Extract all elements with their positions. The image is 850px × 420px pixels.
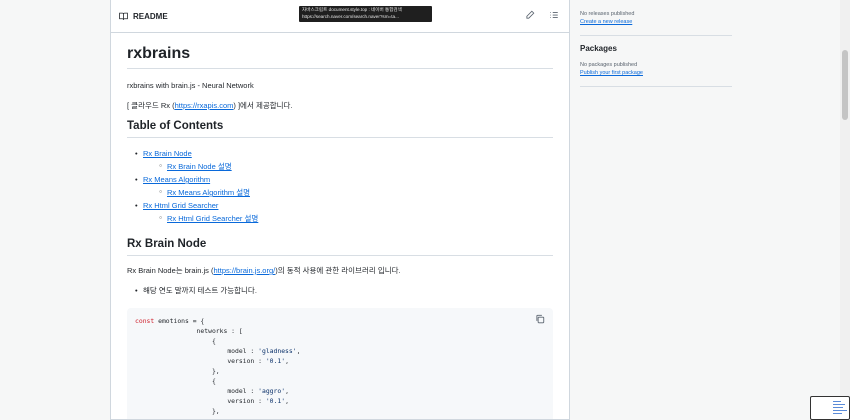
toc-subitem: Rx Html Grid Searcher 설명 [159, 212, 553, 225]
tooltip-url: https://search.naver.com/search.naver?sm… [302, 13, 399, 19]
thumbnail-line [833, 413, 842, 414]
code-text: version : [135, 397, 266, 405]
code-string: 'gladness' [258, 347, 297, 355]
section-prefix: Rx Brain Node는 brain.js ( [127, 266, 214, 275]
releases-status: No releases published [580, 11, 635, 17]
toc-link-rx-brain-node[interactable]: Rx Brain Node [143, 149, 192, 158]
toc-subitem: Rx Brain Node 설명 [159, 160, 553, 173]
scrollbar-thumb[interactable] [842, 50, 848, 120]
toc-item: Rx Means Algorithm Rx Means Algorithm 설명 [135, 173, 553, 199]
readme-content: rxbrains rxbrains with brain.js - Neural… [111, 33, 569, 419]
code-text: model : [135, 347, 259, 355]
readme-tab[interactable]: README [119, 12, 168, 21]
rxapis-link[interactable]: https://rxapis.com [175, 101, 234, 110]
toc-sublink-rx-html-grid-searcher[interactable]: Rx Html Grid Searcher 설명 [167, 214, 258, 223]
section-suffix: )의 동적 사용에 관한 라이브러리 입니다. [275, 266, 401, 275]
code-string: 'aggro' [258, 387, 286, 395]
brainjs-link[interactable]: https://brain.js.org/ [214, 266, 276, 275]
thumbnail-line [833, 410, 847, 411]
code-text: model : [135, 387, 259, 395]
repo-sidebar: No releases published Create a new relea… [580, 0, 732, 95]
publish-package-link[interactable]: Publish your first package [580, 69, 732, 77]
packages-heading: Packages [580, 44, 617, 53]
toc-item: Rx Html Grid Searcher Rx Html Grid Searc… [135, 199, 553, 225]
provided-prefix: [ 클라우드 Rx ( [127, 101, 175, 110]
provided-text: [ 클라우드 Rx (https://rxapis.com) ]에서 제공합니다… [127, 100, 553, 111]
create-release-link[interactable]: Create a new release [580, 18, 732, 26]
code-text: version : [135, 357, 266, 365]
code-line: version : '0.1', [135, 397, 289, 405]
bullet-item: 해당 연도 말까지 테스트 가능합니다. [127, 285, 553, 296]
code-line: model : 'aggro', [135, 387, 289, 395]
code-line: version : '0.1', [135, 357, 289, 365]
book-icon [119, 12, 128, 20]
toc-sublink-rx-brain-node[interactable]: Rx Brain Node 설명 [167, 162, 232, 171]
code-line: }, [135, 407, 220, 415]
toc-sublink-rx-means-algorithm[interactable]: Rx Means Algorithm 설명 [167, 188, 250, 197]
toc-heading: Table of Contents [127, 120, 553, 138]
readme-label: README [133, 11, 168, 21]
toc-item: Rx Brain Node Rx Brain Node 설명 [135, 147, 553, 173]
code-block: const emotions = { networks : [ { model … [127, 308, 553, 419]
packages-status: No packages published [580, 62, 638, 68]
code-keyword: const [135, 317, 155, 325]
divider [580, 35, 732, 36]
copy-icon[interactable] [535, 314, 545, 324]
toc-link-rx-means-algorithm[interactable]: Rx Means Algorithm [143, 175, 210, 184]
code-line: { [135, 377, 216, 385]
toc-list: Rx Brain Node Rx Brain Node 설명 Rx Means … [127, 147, 553, 225]
thumbnail-line [833, 401, 841, 402]
section-heading: Rx Brain Node [127, 238, 553, 256]
thumbnail-line [833, 404, 845, 405]
toc-link-rx-html-grid-searcher[interactable]: Rx Html Grid Searcher [143, 201, 218, 210]
code-line: networks : [ [135, 327, 243, 335]
provided-suffix: ) ]에서 제공합니다. [233, 101, 293, 110]
thumbnail-line [833, 407, 843, 408]
toc-subitem: Rx Means Algorithm 설명 [159, 186, 553, 199]
code-line: const emotions = { [135, 316, 545, 326]
divider [580, 86, 732, 87]
scrollbar[interactable] [840, 0, 850, 420]
code-text: emotions = { [154, 317, 205, 325]
pencil-icon[interactable] [525, 10, 535, 20]
readme-panel: README 자바스크립트 document.style.top : 네이버 통… [110, 0, 570, 420]
page-title: rxbrains [127, 45, 553, 69]
code-line: }, [135, 367, 220, 375]
link-tooltip: 자바스크립트 document.style.top : 네이버 통합검색 htt… [299, 6, 432, 22]
section-text: Rx Brain Node는 brain.js (https://brain.j… [127, 265, 553, 276]
subtitle-text: rxbrains with brain.js - Neural Network [127, 81, 254, 90]
code-line: model : 'gladness', [135, 347, 301, 355]
code-line: { [135, 337, 216, 345]
window-thumbnail[interactable] [810, 396, 850, 420]
list-icon[interactable] [549, 10, 559, 20]
code-string: '0.1' [265, 357, 286, 365]
code-string: '0.1' [265, 397, 286, 405]
